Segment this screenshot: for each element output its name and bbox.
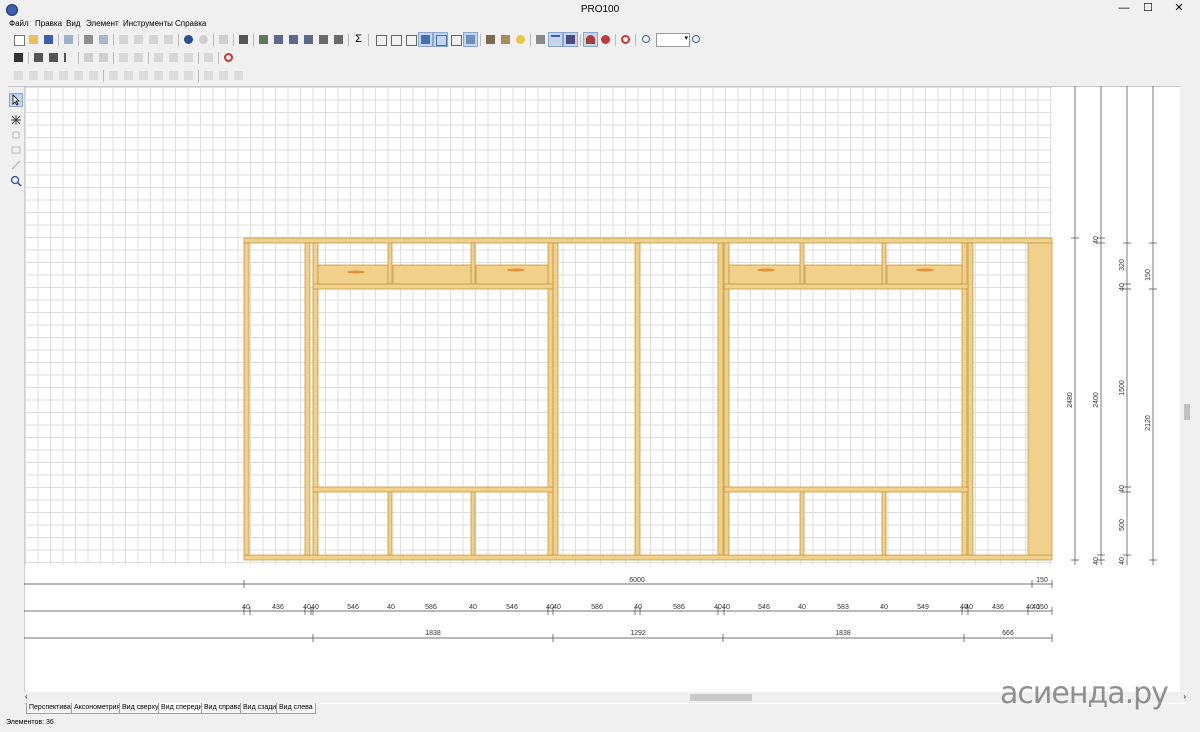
lintel-block[interactable] <box>475 264 549 285</box>
height-dimension-label: 40 <box>1119 485 1126 493</box>
stud[interactable] <box>723 242 730 556</box>
member-dimension-label: 40 <box>722 604 730 611</box>
member-dimension-label: 40 <box>634 604 642 611</box>
height-dimension-label: 1500 <box>1119 380 1126 396</box>
member-dimension-label: 150 <box>1036 604 1048 611</box>
member-dimension-label: 546 <box>758 604 770 611</box>
lintel-block[interactable] <box>886 264 963 285</box>
vertical-scrollbar[interactable] <box>1180 86 1192 703</box>
height-dimension-label: 40 <box>1119 557 1126 565</box>
wood-knot <box>507 268 525 272</box>
bottom-plate[interactable] <box>243 554 1053 561</box>
height-dimension-label: 320 <box>1119 259 1126 271</box>
stud[interactable] <box>304 242 311 556</box>
lintel-block[interactable] <box>728 264 801 285</box>
tab-perspective[interactable]: Перспектива <box>26 703 74 714</box>
cripple-stud[interactable] <box>387 491 393 556</box>
stud[interactable] <box>243 242 250 556</box>
left-header[interactable] <box>312 283 554 290</box>
cripple-stud[interactable] <box>470 242 476 285</box>
opening-dimension-label: 1292 <box>630 630 646 637</box>
height-dimension-label: 40 <box>1119 283 1126 291</box>
cripple-stud[interactable] <box>799 242 805 285</box>
height-dimension-label: 2400 <box>1093 392 1100 408</box>
member-dimension-label: 40 <box>553 604 561 611</box>
vertical-scroll-thumb[interactable] <box>1184 404 1190 420</box>
tab-top-view[interactable]: Вид сверху <box>119 703 162 714</box>
member-dimension-label: 586 <box>425 604 437 611</box>
stud[interactable] <box>961 242 968 556</box>
height-dimension-label: 40 <box>1093 557 1100 565</box>
lintel-block[interactable] <box>804 264 883 285</box>
member-dimension-label: 40 <box>469 604 477 611</box>
overall-width-label: 6000 <box>629 577 645 584</box>
tab-right-view[interactable]: Вид справа <box>201 703 245 714</box>
member-dimension-label: 583 <box>837 604 849 611</box>
right-header[interactable] <box>723 283 969 290</box>
height-dimension-label: 500 <box>1119 519 1126 531</box>
opening-dimension-label: 1838 <box>835 630 851 637</box>
member-dimension-label: 40 <box>880 604 888 611</box>
tab-back-view[interactable]: Вид сзади <box>240 703 280 714</box>
scroll-right-icon[interactable]: › <box>1183 692 1186 701</box>
lintel-block[interactable] <box>317 264 389 285</box>
opening-dimension-label: 1838 <box>425 630 441 637</box>
view-tabs: Перспектива Аксонометрия Вид сверху Вид … <box>24 703 924 714</box>
height-dimension-label: 40 <box>1093 236 1100 244</box>
height-dimension-label: 150 <box>1145 269 1152 281</box>
stud[interactable] <box>967 242 974 556</box>
stud[interactable] <box>717 242 724 556</box>
wood-knot <box>916 268 934 272</box>
element-count: Элементов: 36 <box>6 719 54 726</box>
stud[interactable] <box>547 242 554 556</box>
tab-left-view[interactable]: Вид слева <box>276 703 316 714</box>
wood-knot <box>347 270 365 274</box>
member-dimension-label: 40 <box>242 604 250 611</box>
stud[interactable] <box>312 242 319 556</box>
member-dimension-label: 586 <box>673 604 685 611</box>
top-plate[interactable] <box>243 237 1053 244</box>
member-dimension-label: 40 <box>714 604 722 611</box>
dimension-labels: 6000 150 40 436 40 40 546 40 586 40 546 40 40 586 40… <box>242 236 1152 637</box>
member-dimension-label: 546 <box>506 604 518 611</box>
left-sill[interactable] <box>312 486 554 493</box>
stud[interactable] <box>552 242 559 556</box>
cripple-stud[interactable] <box>881 242 887 285</box>
member-dimension-label: 586 <box>591 604 603 611</box>
tab-axonometry[interactable]: Аксонометрия <box>71 703 124 714</box>
member-dimension-label: 546 <box>347 604 359 611</box>
site-watermark: асиенда.ру <box>1000 676 1169 711</box>
cripple-stud[interactable] <box>470 491 476 556</box>
member-dimension-label: 40 <box>303 604 311 611</box>
member-dimension-label: 40 <box>387 604 395 611</box>
member-dimension-label: 40 <box>965 604 973 611</box>
cripple-stud[interactable] <box>799 491 805 556</box>
right-sill[interactable] <box>723 486 969 493</box>
status-bar: Элементов: 36 <box>0 716 1200 732</box>
cripple-stud[interactable] <box>387 242 393 285</box>
member-dimension-label: 549 <box>917 604 929 611</box>
member-dimension-label: 40 <box>311 604 319 611</box>
frame-drawing: 6000 150 40 436 40 40 546 40 586 40 546 40 40 586 40… <box>24 86 1157 642</box>
wood-knot <box>757 268 775 272</box>
end-width-label: 150 <box>1036 577 1048 584</box>
wall-frame[interactable] <box>243 237 1053 561</box>
tab-front-view[interactable]: Вид спереди <box>158 703 206 714</box>
opening-dimension-label: 666 <box>1002 630 1014 637</box>
stud[interactable] <box>634 242 641 556</box>
member-dimension-label: 40 <box>798 604 806 611</box>
lintel-block[interactable] <box>392 264 472 285</box>
scroll-left-icon[interactable]: ‹ <box>25 692 28 701</box>
stud[interactable] <box>1027 242 1053 556</box>
height-dimension-label: 2480 <box>1067 392 1074 408</box>
member-dimension-label: 436 <box>992 604 1004 611</box>
height-dimension-label: 2120 <box>1145 415 1152 431</box>
cripple-stud[interactable] <box>881 491 887 556</box>
member-dimension-label: 436 <box>272 604 284 611</box>
horizontal-scroll-thumb[interactable] <box>690 694 752 701</box>
